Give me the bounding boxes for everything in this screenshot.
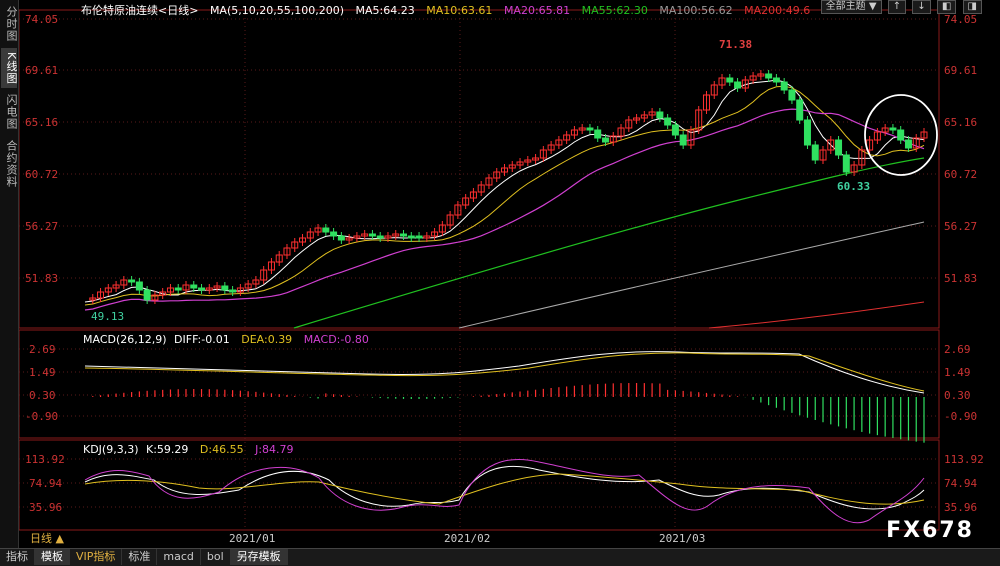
kdj-title: KDJ(9,3,3) [83, 443, 139, 456]
macd-value: MACD:-0.80 [303, 333, 369, 346]
kdj-k: K:59.29 [146, 443, 189, 456]
macd-title: MACD(26,12,9) [83, 333, 167, 346]
instrument-title: 布伦特原油连续<日线> [81, 4, 199, 17]
watermark-logo: FX678 [886, 518, 974, 543]
tab-flash[interactable]: 闪电图 [1, 92, 18, 132]
price-tick-left-2: 65.16 [25, 116, 59, 129]
bottom-tab-save-template[interactable]: 另存模板 [230, 549, 288, 565]
date-label-jan: 2021/01 [229, 532, 276, 545]
price-tick-right-0: 74.05 [944, 13, 978, 26]
kdj-tick-right-0: 113.92 [944, 453, 984, 466]
ma5-value: MA5:64.23 [355, 4, 415, 17]
period-selector[interactable]: 日线 ▲ [30, 530, 64, 546]
layout-right-button[interactable]: ◨ [962, 0, 982, 14]
price-tick-right-5: 51.83 [944, 272, 978, 285]
price-tick-right-2: 65.16 [944, 116, 978, 129]
price-tick-left-5: 51.83 [25, 272, 59, 285]
kdj-legend: KDJ(9,3,3) K:59.29 D:46.55 J:84.79 [83, 443, 302, 456]
price-tick-right-3: 60.72 [944, 168, 978, 181]
macd-tick-left-1: 1.49 [29, 366, 56, 379]
ma10-value: MA10:63.61 [426, 4, 493, 17]
kdj-j: J:84.79 [255, 443, 294, 456]
bottom-tab-vip[interactable]: VIP指标 [70, 549, 123, 565]
macd-tick-right-1: 1.49 [944, 366, 971, 379]
tab-contract-info[interactable]: 合约资料 [1, 138, 18, 190]
macd-tick-left-2: 0.30 [29, 389, 56, 402]
start-low-label: 49.13 [91, 310, 125, 323]
macd-tick-left-3: -0.90 [25, 410, 59, 423]
chart-area: 布伦特原油连续<日线> MA(5,10,20,55,100,200) MA5:6… [19, 0, 1000, 548]
date-label-mar: 2021/03 [659, 532, 706, 545]
macd-tick-left-0: 2.69 [29, 343, 56, 356]
bottom-toolbar: 指标 模板 VIP指标 标准 macd bol 另存模板 [0, 548, 1000, 566]
sidebar: 分时图 K线图 闪电图 合约资料 [0, 0, 19, 548]
high-price-label: 71.38 [719, 38, 753, 51]
ma-title: MA(5,10,20,55,100,200) [209, 4, 344, 17]
bottom-tab-standard[interactable]: 标准 [122, 549, 158, 565]
ma200-value: MA200:49.6 [744, 4, 811, 17]
ma20-value: MA20:65.81 [503, 4, 571, 17]
main-legend: 布伦特原油连续<日线> MA(5,10,20,55,100,200) MA5:6… [81, 2, 818, 18]
bottom-tab-template[interactable]: 模板 [35, 549, 70, 565]
macd-legend: MACD(26,12,9) DIFF:-0.01 DEA:0.39 MACD:-… [83, 333, 377, 346]
price-tick-right-1: 69.61 [944, 64, 978, 77]
bottom-tab-indicator[interactable]: 指标 [0, 549, 35, 565]
chart-toolbar: 全部主题 ▼ ↑ ↓ ◧ ◨ [818, 0, 982, 14]
bottom-tab-macd[interactable]: macd [157, 549, 201, 565]
ma55-value: MA55:62.30 [581, 4, 648, 17]
zoom-in-button[interactable]: ↑ [887, 0, 907, 14]
macd-tick-right-3: -0.90 [944, 410, 978, 423]
bottom-tab-bol[interactable]: bol [201, 549, 231, 565]
macd-tick-right-0: 2.69 [944, 343, 971, 356]
price-tick-left-0: 74.05 [25, 13, 59, 26]
macd-diff: DIFF:-0.01 [174, 333, 230, 346]
date-label-feb: 2021/02 [444, 532, 491, 545]
price-tick-right-4: 56.27 [944, 220, 978, 233]
tab-kline[interactable]: K线图 [1, 48, 18, 88]
kline-chart[interactable] [19, 0, 1000, 548]
theme-select[interactable]: 全部主题 ▼ [820, 0, 882, 14]
kdj-tick-left-2: 35.96 [29, 501, 63, 514]
kdj-tick-left-1: 74.94 [29, 477, 63, 490]
layout-left-button[interactable]: ◧ [936, 0, 957, 14]
price-tick-left-3: 60.72 [25, 168, 59, 181]
tab-timeshare[interactable]: 分时图 [1, 4, 18, 44]
price-tick-left-4: 56.27 [25, 220, 59, 233]
low-price-label: 60.33 [837, 180, 871, 193]
kdj-tick-right-2: 35.96 [944, 501, 978, 514]
kdj-tick-right-1: 74.94 [944, 477, 978, 490]
macd-tick-right-2: 0.30 [944, 389, 971, 402]
price-tick-left-1: 69.61 [25, 64, 59, 77]
zoom-out-button[interactable]: ↓ [912, 0, 931, 14]
kdj-d: D:46.55 [199, 443, 244, 456]
kdj-tick-left-0: 113.92 [25, 453, 65, 466]
ma100-value: MA100:56.62 [659, 4, 733, 17]
macd-dea: DEA:0.39 [241, 333, 293, 346]
